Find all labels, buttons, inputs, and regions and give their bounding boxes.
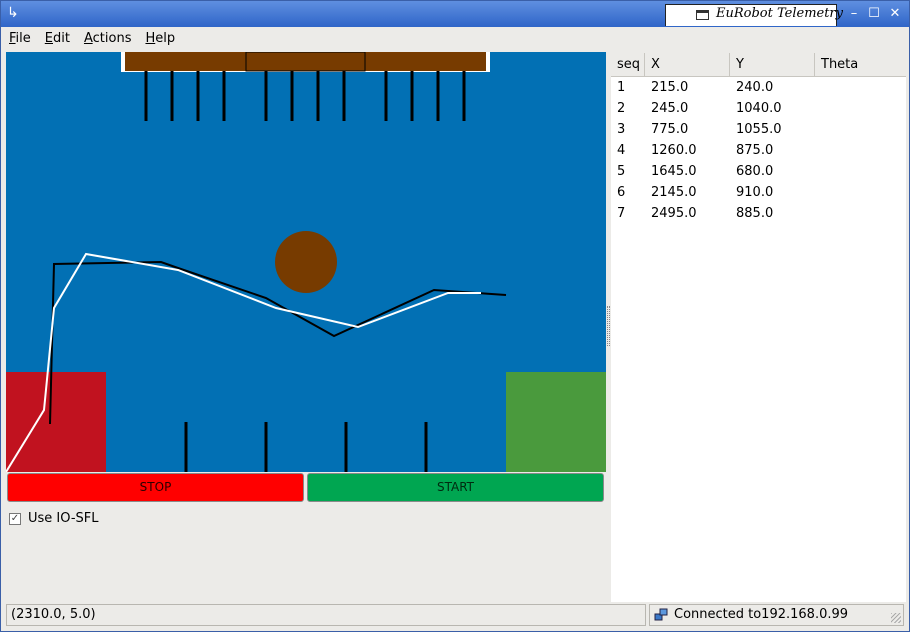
column-header-y[interactable]: Y [730,53,815,76]
menu-actions[interactable]: Actions [82,29,134,49]
menu-help[interactable]: Help [143,29,177,49]
table-row[interactable]: 6 2145.0 910.0 [611,182,906,203]
title-tab: EuRobot Telemetry [665,4,843,26]
cell-x: 1645.0 [651,164,697,179]
cell-seq: 6 [617,185,626,200]
connection-status: Connected to192.168.0.99 [649,604,904,626]
start-button[interactable]: START [307,473,604,502]
cell-y: 875.0 [736,143,774,158]
cell-y: 885.0 [736,206,774,221]
table-row[interactable]: 4 1260.0 875.0 [611,140,906,161]
green-start-zone [506,372,606,472]
app-window: ↳ EuRobot Telemetry – ☐ ✕ File Edit Action… [0,0,910,632]
table-row[interactable]: 2 245.0 1040.0 [611,98,906,119]
cell-y: 1055.0 [736,122,782,137]
use-io-sfl-checkbox[interactable]: ✓ [9,513,21,525]
coordinate-readout: (2310.0, 5.0) [6,604,646,626]
network-icon [654,608,668,621]
cell-y: 910.0 [736,185,774,200]
disc [275,231,337,293]
table-row[interactable]: 5 1645.0 680.0 [611,161,906,182]
connection-text: Connected to192.168.0.99 [674,607,849,622]
table-row[interactable]: 7 2495.0 885.0 [611,203,906,224]
table-row[interactable]: 1 215.0 240.0 [611,77,906,98]
cell-seq: 3 [617,122,626,137]
cell-y: 680.0 [736,164,774,179]
window-icon [696,10,709,20]
cell-seq: 2 [617,101,626,116]
cell-x: 2145.0 [651,185,697,200]
column-header-x[interactable]: X [645,53,730,76]
top-bar [125,52,486,71]
close-button[interactable]: ✕ [888,7,902,21]
minimize-button[interactable]: – [847,7,861,21]
playing-field[interactable] [6,52,606,472]
table-row[interactable]: 3 775.0 1055.0 [611,119,906,140]
cell-seq: 5 [617,164,626,179]
cell-seq: 4 [617,143,626,158]
title-bar[interactable]: ↳ EuRobot Telemetry – ☐ ✕ [1,1,909,27]
cell-y: 240.0 [736,80,774,95]
window-menu-icon[interactable]: ↳ [7,5,23,21]
column-header-theta[interactable]: Theta [815,53,906,76]
cell-x: 1260.0 [651,143,697,158]
cell-x: 245.0 [651,101,689,116]
cell-x: 775.0 [651,122,689,137]
menu-file[interactable]: File [7,29,33,49]
use-io-sfl-label: Use IO-SFL [28,511,99,526]
waypoint-table[interactable]: seq X Y Theta 1 215.0 240.0 2 245.0 1040.0 3 77… [611,53,906,602]
cell-y: 1040.0 [736,101,782,116]
window-title: EuRobot Telemetry [716,6,843,21]
maximize-button[interactable]: ☐ [867,7,881,21]
cell-seq: 1 [617,80,626,95]
menu-bar: File Edit Actions Help [7,29,187,51]
menu-edit[interactable]: Edit [43,29,72,49]
cell-x: 2495.0 [651,206,697,221]
splitter-handle[interactable] [607,306,610,346]
table-header: seq X Y Theta [611,53,906,77]
cell-x: 215.0 [651,80,689,95]
red-start-zone [6,372,106,472]
stop-button[interactable]: STOP [7,473,304,502]
resize-grip-icon[interactable] [891,613,901,623]
cell-seq: 7 [617,206,626,221]
column-header-seq[interactable]: seq [611,53,645,76]
